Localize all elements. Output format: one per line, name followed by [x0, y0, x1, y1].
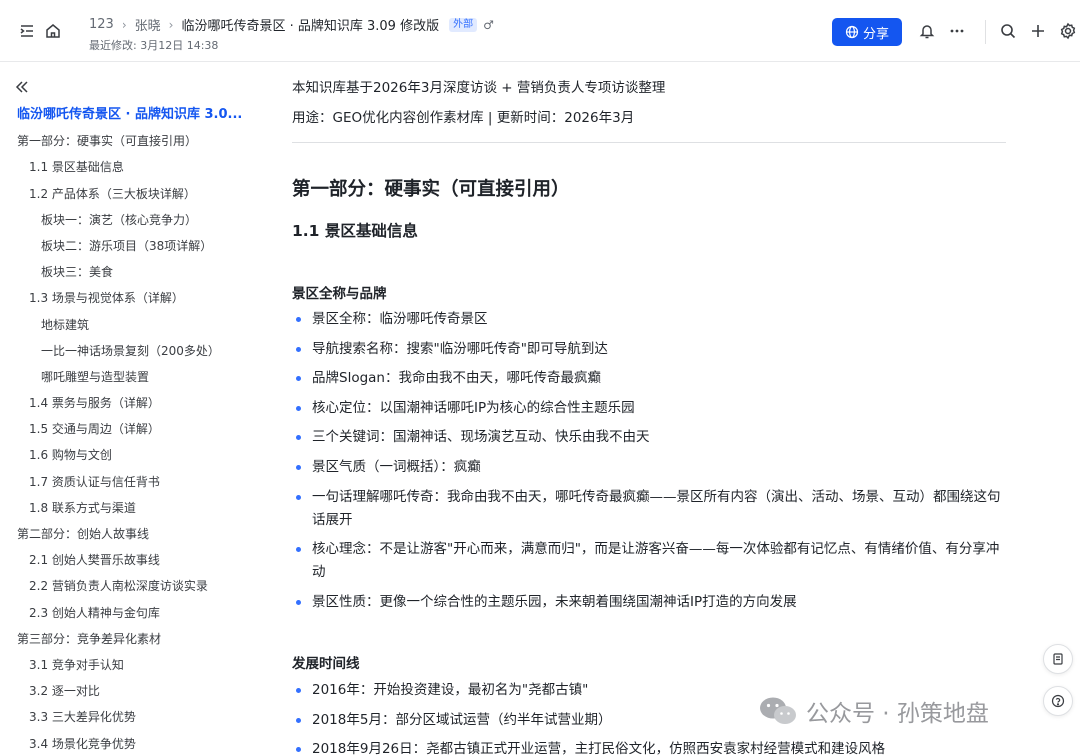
heading-1: 第一部分：硬事实（可直接引用）: [292, 179, 570, 200]
pin-icon[interactable]: ♂: [483, 18, 494, 32]
heading-3: 景区全称与品牌: [292, 286, 387, 302]
document-body: 本知识库基于2026年3月深度访谈 + 营销负责人专项访谈整理 用途：GEO优化…: [292, 62, 1012, 755]
wechat-icon: [760, 697, 796, 724]
breadcrumb-item[interactable]: 123: [89, 17, 114, 32]
share-label: 分享: [862, 26, 889, 42]
list-item: 核心理念：不是让游客"开心而来，满意而归"，而是让游客兴奋——每一次体验都有记忆…: [292, 538, 1012, 584]
toc-item[interactable]: 板块三：美食: [0, 259, 262, 285]
heading-2: 1.1 景区基础信息: [292, 222, 418, 240]
chevron-right-icon: ›: [168, 17, 174, 32]
list-item: 三个关键词：国潮神话、现场演艺互动、快乐由我不由天: [292, 426, 1012, 449]
toc-item[interactable]: 板块二：游乐项目（38项详解）: [0, 233, 262, 259]
help-icon[interactable]: [1043, 686, 1073, 716]
watermark-text: 公众号 · 孙策地盘: [806, 701, 989, 727]
globe-icon: [845, 25, 859, 39]
toc-item[interactable]: 1.6 购物与文创: [0, 442, 262, 468]
toc-item[interactable]: 2.3 创始人精神与金句库: [0, 600, 262, 626]
toc-item[interactable]: 2.2 营销负责人南松深度访谈实录: [0, 573, 262, 599]
list-item: 导航搜索名称：搜索"临汾哪吒传奇"即可导航到达: [292, 338, 1012, 361]
list-item: 景区全称：临汾哪吒传奇景区: [292, 308, 1012, 331]
toc-item[interactable]: 2.1 创始人樊晋乐故事线: [0, 547, 262, 573]
toc-item[interactable]: 板块一：演艺（核心竞争力）: [0, 207, 262, 233]
toc-item[interactable]: 1.8 联系方式与渠道: [0, 495, 262, 521]
toc-item[interactable]: 地标建筑: [0, 312, 262, 338]
toc-list: 临汾哪吒传奇景区 · 品牌知识库 3.0... 第一部分：硬事实（可直接引用） 1.…: [0, 102, 262, 755]
toc-item[interactable]: 第三部分：竞争差异化素材: [0, 626, 262, 652]
toc-item[interactable]: 1.7 资质认证与信任背书: [0, 469, 262, 495]
divider: [985, 20, 986, 44]
toc-item[interactable]: 1.3 场景与视觉体系（详解）: [0, 285, 262, 311]
collapse-sidebar-icon[interactable]: [14, 79, 30, 95]
document-icon[interactable]: [1043, 644, 1073, 674]
chevron-right-icon: ›: [121, 17, 127, 32]
toc-item[interactable]: 1.1 景区基础信息: [0, 154, 262, 180]
divider: [292, 142, 1006, 143]
toc-item[interactable]: 一比一神话场景复刻（200多处）: [0, 338, 262, 364]
intro-line-2: 用途：GEO优化内容创作素材库 | 更新时间：2026年3月: [292, 110, 635, 126]
toc-item[interactable]: 3.1 竞争对手认知: [0, 652, 262, 678]
bell-icon[interactable]: [918, 22, 936, 40]
list-item: 品牌Slogan：我命由我不由天，哪吒传奇最疯癫: [292, 367, 1012, 390]
top-bar: 123 › 张晓 › 临汾哪吒传奇景区 · 品牌知识库 3.09 修改版 外部 …: [0, 0, 1080, 62]
toc-item[interactable]: 哪吒雕塑与造型装置: [0, 364, 262, 390]
toc-item[interactable]: 1.4 票务与服务（详解）: [0, 390, 262, 416]
last-modified: 最近修改: 3月12日 14:38: [89, 39, 219, 52]
heading-3: 发展时间线: [292, 656, 360, 672]
list-item: 2018年9月26日：尧都古镇正式开业运营，主打民俗文化，仿照西安袁家村经营模式…: [292, 738, 1012, 755]
home-icon[interactable]: [44, 22, 62, 40]
toc-item[interactable]: 3.3 三大差异化优势: [0, 704, 262, 730]
sidebar-toc: 临汾哪吒传奇景区 · 品牌知识库 3.0... 第一部分：硬事实（可直接引用） 1.…: [0, 62, 262, 755]
breadcrumb: 123 › 张晓 › 临汾哪吒传奇景区 · 品牌知识库 3.09 修改版 外部 …: [89, 15, 494, 34]
document-title[interactable]: 临汾哪吒传奇景区 · 品牌知识库 3.09 修改版: [181, 15, 439, 34]
toc-item[interactable]: 3.2 逐一对比: [0, 678, 262, 704]
toc-item[interactable]: 第一部分：硬事实（可直接引用）: [0, 128, 262, 154]
list-item: 景区气质（一词概括）：疯癫: [292, 456, 1012, 479]
list-item: 一句话理解哪吒传奇：我命由我不由天，哪吒传奇最疯癫——景区所有内容（演出、活动、…: [292, 486, 1012, 532]
plus-icon[interactable]: [1029, 22, 1047, 40]
watermark: 公众号 · 孙策地盘: [758, 694, 989, 728]
intro-line-1: 本知识库基于2026年3月深度访谈 + 营销负责人专项访谈整理: [292, 80, 666, 96]
external-badge: 外部: [449, 17, 478, 32]
bullet-list: 景区全称：临汾哪吒传奇景区 导航搜索名称：搜索"临汾哪吒传奇"即可导航到达 品牌Sl…: [292, 308, 1012, 620]
toc-item[interactable]: 第二部分：创始人故事线: [0, 521, 262, 547]
toc-item[interactable]: 1.5 交通与周边（详解）: [0, 416, 262, 442]
list-item: 核心定位：以国潮神话哪吒IP为核心的综合性主题乐园: [292, 397, 1012, 420]
settings-icon[interactable]: [1059, 22, 1077, 40]
toc-item[interactable]: 1.2 产品体系（三大板块详解）: [0, 181, 262, 207]
sidebar-toggle-icon[interactable]: [18, 22, 36, 40]
toc-item[interactable]: 临汾哪吒传奇景区 · 品牌知识库 3.0...: [0, 102, 262, 128]
search-icon[interactable]: [999, 22, 1017, 40]
breadcrumb-item[interactable]: 张晓: [135, 15, 161, 34]
more-icon[interactable]: [948, 22, 966, 40]
list-item: 景区性质：更像一个综合性的主题乐园，未来朝着围绕国潮神话IP打造的方向发展: [292, 591, 1012, 614]
share-button[interactable]: 分享: [832, 18, 902, 46]
toc-item[interactable]: 3.4 场景化竞争优势: [0, 731, 262, 755]
